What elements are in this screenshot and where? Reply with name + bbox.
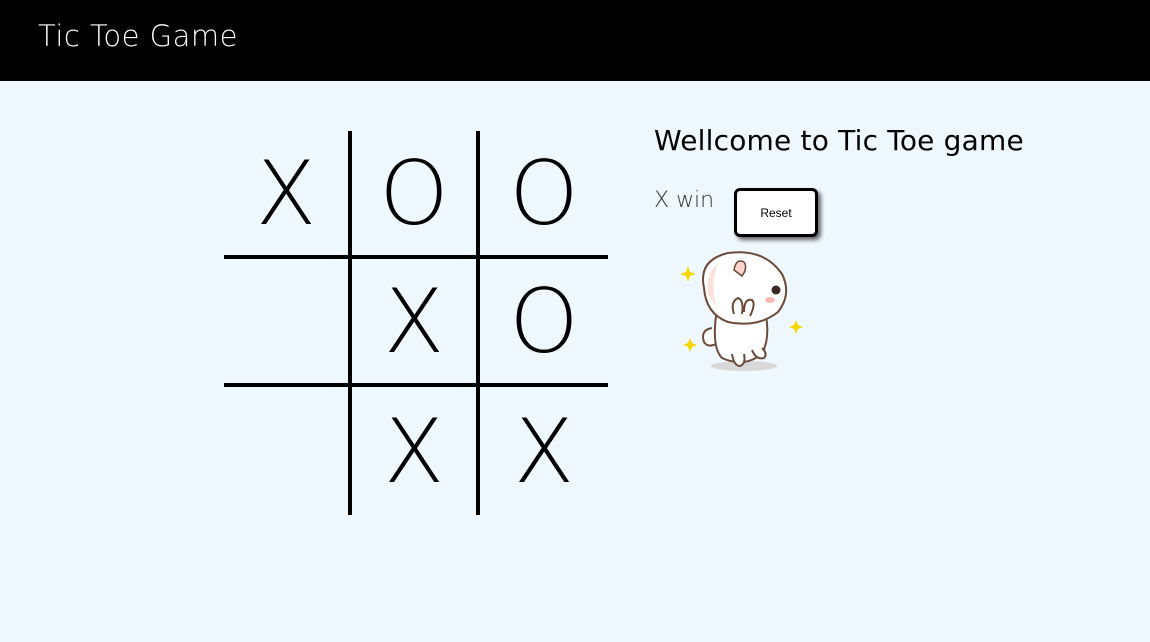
- reset-button[interactable]: Reset: [734, 188, 818, 237]
- board-cell[interactable]: X: [224, 131, 352, 259]
- board-cell[interactable]: [224, 387, 352, 515]
- welcome-heading: Wellcome to Tic Toe game: [654, 124, 1024, 157]
- cat-celebration-icon: [678, 250, 808, 375]
- app-title: Tic Toe Game: [38, 19, 238, 53]
- game-status: X win: [654, 188, 715, 213]
- navbar: Tic Toe Game: [0, 0, 1150, 81]
- board-cell[interactable]: X: [352, 259, 480, 387]
- board-cell[interactable]: [224, 259, 352, 387]
- game-board: X O O X O X X: [224, 131, 608, 515]
- board-cell[interactable]: X: [352, 387, 480, 515]
- status-row: X win: [654, 188, 714, 213]
- board-cell[interactable]: O: [352, 131, 480, 259]
- board-cell[interactable]: O: [480, 259, 608, 387]
- board-cell[interactable]: X: [480, 387, 608, 515]
- board-cell[interactable]: O: [480, 131, 608, 259]
- info-panel: Wellcome to Tic Toe game: [654, 124, 1024, 157]
